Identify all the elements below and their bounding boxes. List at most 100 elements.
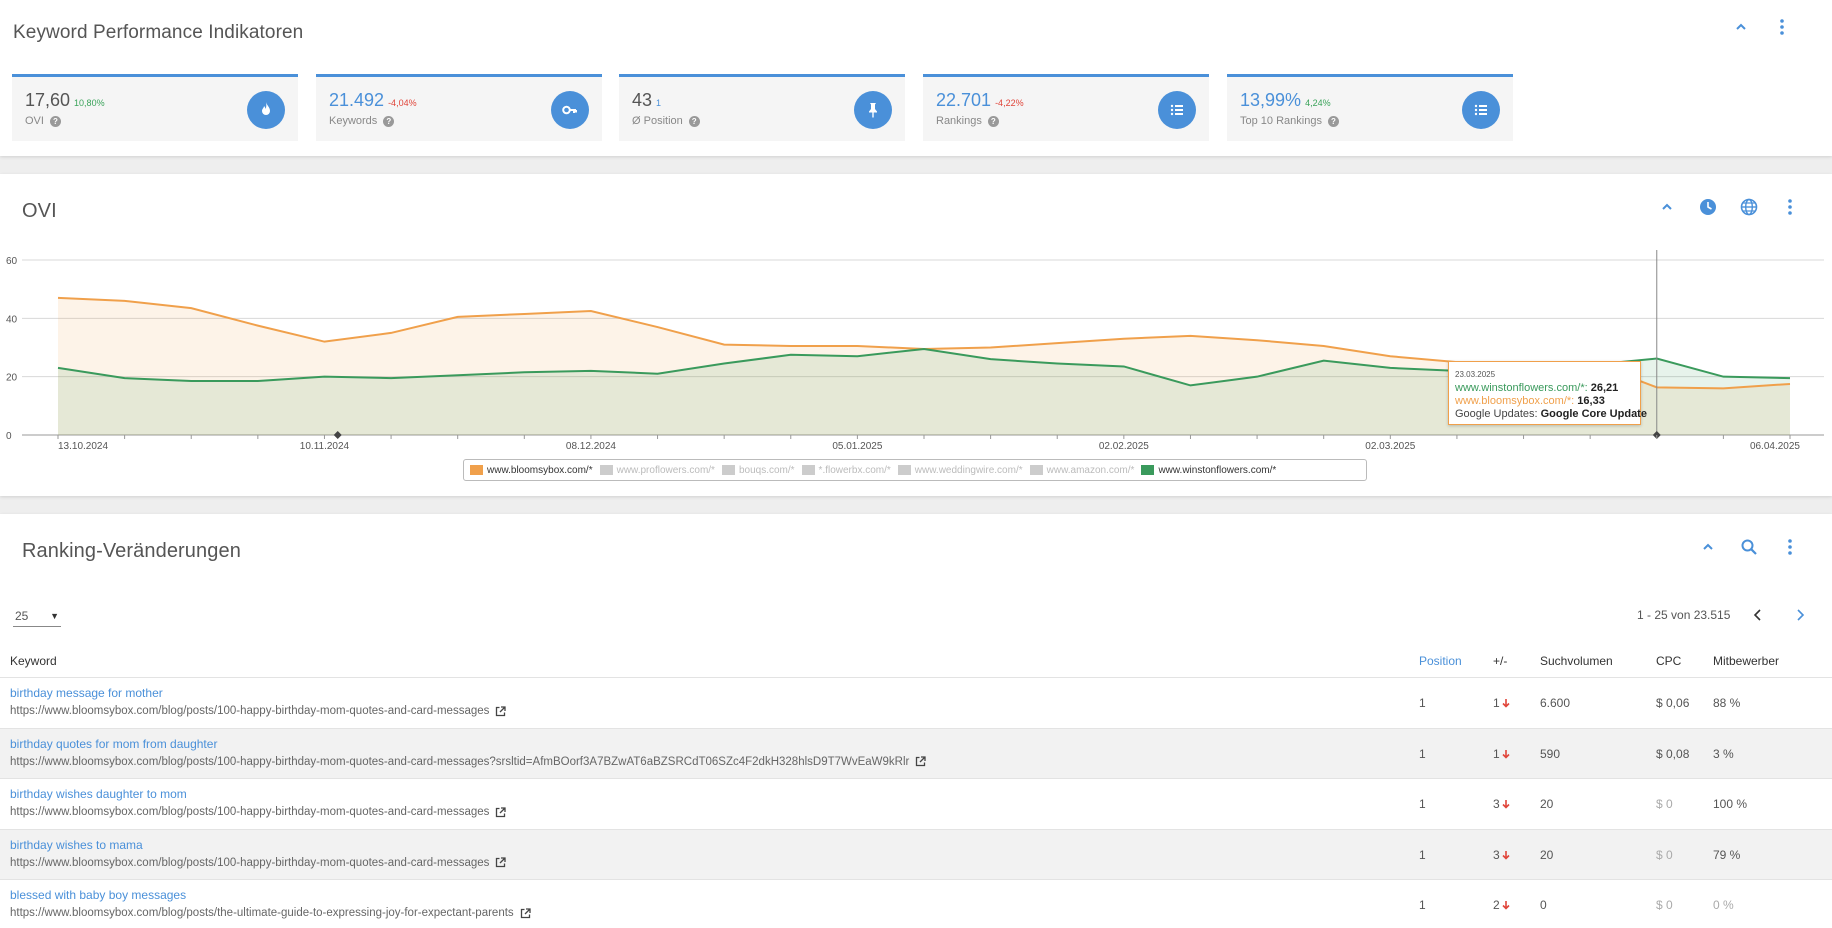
kpi-card[interactable]: 22.701 -4,22% Rankings?: [923, 74, 1209, 141]
col-header-keyword[interactable]: Keyword: [10, 654, 57, 668]
legend-item[interactable]: *.flowerbx.com/*: [801, 465, 891, 476]
legend-item[interactable]: www.amazon.com/*: [1029, 465, 1134, 476]
external-link-icon[interactable]: [495, 705, 507, 717]
legend-label: bouqs.com/*: [738, 464, 795, 476]
kpi-change: -4,04%: [388, 98, 417, 108]
change-value: 1: [1493, 746, 1500, 761]
chevron-left-icon: [1753, 609, 1761, 621]
table-row: birthday wishes daughter to mom https://w…: [0, 778, 1832, 828]
legend-item[interactable]: bouqs.com/*: [721, 464, 795, 476]
col-header-competitors[interactable]: Mitbewerber: [1713, 654, 1779, 668]
x-tick-label: 06.04.2025: [1750, 441, 1800, 452]
ranking-url-text: https://www.bloomsybox.com/blog/posts/10…: [10, 856, 490, 869]
kpi-label-text: Ø Position: [632, 115, 683, 127]
y-tick-label: 60: [6, 256, 18, 267]
col-header-volume[interactable]: Suchvolumen: [1540, 654, 1613, 668]
kpi-value: 43 1: [632, 90, 661, 111]
legend-item[interactable]: www.weddingwire.com/*: [897, 464, 1023, 476]
collapse-kpi-button[interactable]: [1730, 16, 1752, 38]
position-cell: 1: [1419, 797, 1426, 811]
external-link-icon[interactable]: [495, 806, 507, 818]
keyword-link[interactable]: birthday message for mother: [10, 686, 163, 700]
kpi-label: OVI?: [25, 115, 61, 127]
legend-swatch: [599, 465, 613, 475]
legend-label: www.bloomsybox.com/*: [487, 464, 593, 476]
col-header-change[interactable]: +/-: [1493, 654, 1507, 668]
search-button[interactable]: [1738, 536, 1760, 558]
kpi-card[interactable]: 43 1 Ø Position?: [619, 74, 905, 141]
keyword-link[interactable]: birthday quotes for mom from daughter: [10, 737, 217, 751]
x-tick-label: 05.01.2025: [832, 441, 882, 452]
collapse-ranking-button[interactable]: [1697, 536, 1719, 558]
col-header-position[interactable]: Position: [1419, 654, 1462, 668]
competitors-cell: 0 %: [1713, 898, 1734, 912]
change-cell: 1: [1493, 696, 1510, 710]
kpi-card[interactable]: 21.492 -4,04% Keywords?: [316, 74, 602, 141]
external-link-icon[interactable]: [520, 907, 531, 919]
kpi-panel: Keyword Performance Indikatoren 17,60 10,…: [0, 0, 1832, 156]
cpc-cell: $ 0: [1656, 797, 1673, 811]
ranking-url: https://www.bloomsybox.com/blog/posts/10…: [10, 806, 507, 818]
next-page-button[interactable]: [1790, 605, 1810, 625]
tooltip-update-value: Google Core Update: [1540, 408, 1647, 420]
help-icon[interactable]: ?: [1327, 115, 1339, 127]
help-icon[interactable]: ?: [688, 115, 700, 127]
more-vert-icon: [1788, 539, 1792, 555]
change-cell: 3: [1493, 797, 1510, 811]
legend-item[interactable]: www.bloomsybox.com/*: [470, 465, 593, 476]
external-link-icon[interactable]: [915, 756, 927, 767]
kpi-value-number: 22.701: [936, 90, 992, 110]
legend-label: www.proflowers.com/*: [616, 464, 715, 476]
history-button[interactable]: [1697, 196, 1719, 218]
keyword-link[interactable]: blessed with baby boy messages: [10, 888, 186, 902]
x-tick-label: 08.12.2024: [566, 441, 616, 452]
legend-item[interactable]: www.winstonflowers.com/*: [1141, 465, 1276, 476]
kpi-change: 1: [656, 98, 662, 108]
prev-page-button[interactable]: [1748, 605, 1768, 625]
kpi-card[interactable]: 13,99% 4,24% Top 10 Rankings?: [1227, 74, 1513, 141]
tooltip-series-label: www.winstonflowers.com/*:: [1455, 382, 1588, 394]
more-vert-icon: [1780, 19, 1784, 35]
region-button[interactable]: [1738, 196, 1760, 218]
search-icon: [1741, 539, 1757, 555]
ovi-more-button[interactable]: [1779, 196, 1801, 218]
help-icon[interactable]: ?: [987, 115, 999, 127]
clock-icon: [1700, 199, 1716, 215]
help-icon[interactable]: ?: [383, 115, 395, 127]
kpi-label: Rankings?: [936, 115, 999, 127]
ranking-url-text: https://www.bloomsybox.com/blog/posts/10…: [10, 755, 910, 768]
competitors-cell: 79 %: [1713, 847, 1741, 862]
change-value: 2: [1493, 898, 1500, 912]
tooltip-date: 23.03.2025: [1455, 370, 1496, 379]
collapse-ovi-button[interactable]: [1656, 196, 1678, 218]
kpi-value: 21.492 -4,04%: [329, 90, 417, 111]
col-header-cpc[interactable]: CPC: [1656, 654, 1681, 668]
kpi-card[interactable]: 17,60 10,80% OVI?: [12, 74, 298, 141]
arrow-down-icon: [1502, 800, 1510, 809]
keyword-link[interactable]: birthday wishes daughter to mom: [10, 787, 187, 801]
page-size-select[interactable]: 25 ▼: [13, 605, 61, 627]
kpi-change: 4,24%: [1305, 98, 1331, 108]
help-icon[interactable]: ?: [49, 115, 61, 127]
ranking-more-button[interactable]: [1779, 536, 1801, 558]
kpi-label: Keywords?: [329, 115, 395, 127]
volume-cell: 0: [1540, 898, 1547, 912]
legend-swatch: [1141, 465, 1155, 475]
legend-swatch: [721, 465, 735, 475]
legend-item[interactable]: www.proflowers.com/*: [599, 464, 715, 476]
key-icon: [551, 91, 589, 129]
kpi-value: 17,60 10,80%: [25, 90, 105, 111]
table-row: birthday wishes to mama https://www.bloom…: [0, 828, 1832, 879]
arrow-down-icon: [1502, 850, 1510, 860]
ovi-chart[interactable]: 0 20 40 60 13.10.2024 10.11.2024 08.12.2024 05.…: [0, 250, 1832, 470]
kpi-label-text: Rankings: [936, 115, 982, 127]
tooltip-series-value: 26,21: [1590, 382, 1619, 394]
kpi-more-button[interactable]: [1771, 16, 1793, 38]
legend-label: www.weddingwire.com/*: [914, 464, 1023, 476]
external-link-icon[interactable]: [495, 857, 507, 868]
legend-swatch: [897, 465, 911, 475]
keyword-link[interactable]: birthday wishes to mama: [10, 838, 143, 852]
volume-cell: 590: [1540, 746, 1561, 761]
chevron-up-icon: [1703, 543, 1713, 550]
ranking-url-text: https://www.bloomsybox.com/blog/posts/10…: [10, 705, 490, 717]
